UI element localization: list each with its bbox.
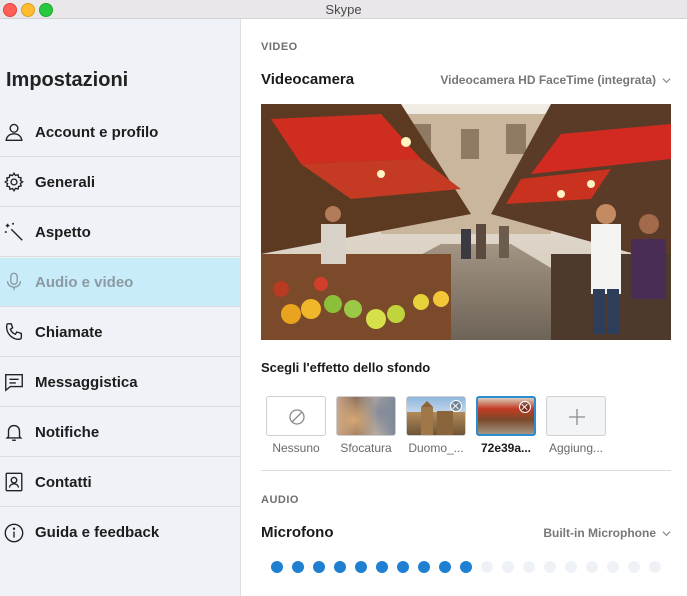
effect-market-button[interactable]: [476, 396, 536, 436]
microphone-level-dot: [292, 561, 304, 573]
blur-thumbnail: [337, 397, 395, 435]
microphone-level-dot: [586, 561, 598, 573]
title-bar: Skype: [0, 0, 687, 19]
audio-section-label: AUDIO: [261, 494, 299, 506]
chevron-down-icon: [662, 77, 671, 83]
microphone-level-dot: [481, 561, 493, 573]
plus-icon: [569, 409, 585, 425]
magic-wand-icon: [1, 219, 27, 245]
camera-select-value: Videocamera HD FaceTime (integrata): [440, 73, 656, 87]
sidebar-item-label: Guida e feedback: [35, 524, 160, 541]
microphone-level-dot: [334, 561, 346, 573]
settings-sidebar: Impostazioni Account e profilo Generali …: [0, 19, 241, 596]
camera-preview: [261, 104, 671, 340]
sidebar-item-label: Messaggistica: [35, 373, 138, 391]
person-icon: [1, 119, 27, 145]
camera-select[interactable]: Videocamera HD FaceTime (integrata): [440, 73, 671, 87]
chevron-down-icon: [662, 530, 671, 536]
microphone-level-dot: [607, 561, 619, 573]
sidebar-item-label: Notifiche: [35, 423, 100, 441]
microphone-level-dot: [397, 561, 409, 573]
microphone-level-dot: [313, 561, 325, 573]
microphone-level-dot: [376, 561, 388, 573]
microphone-level-dot: [502, 561, 514, 573]
microphone-level-dot: [523, 561, 535, 573]
video-section-label: VIDEO: [261, 41, 298, 53]
sidebar-item-help[interactable]: Guida e feedback: [0, 508, 240, 557]
effect-caption: Sfocatura: [340, 441, 392, 455]
sidebar-item-account[interactable]: Account e profilo: [0, 108, 240, 157]
microphone-select[interactable]: Built-in Microphone: [543, 526, 671, 540]
microphone-label: Microfono: [261, 524, 334, 541]
phone-icon: [1, 319, 27, 345]
add-effect-button[interactable]: [546, 396, 606, 436]
sidebar-item-label: Audio e video: [35, 273, 134, 291]
microphone-icon: [1, 269, 27, 295]
settings-title: Impostazioni: [6, 69, 129, 91]
effect-caption: 72e39a...: [480, 441, 532, 455]
sidebar-item-label: Aspetto: [35, 223, 91, 241]
sidebar-item-general[interactable]: Generali: [0, 158, 240, 207]
microphone-level-dot: [628, 561, 640, 573]
sidebar-item-label: Account e profilo: [35, 123, 159, 141]
contact-card-icon: [1, 469, 27, 495]
no-effect-icon: [289, 409, 305, 425]
effect-caption: Nessuno: [272, 441, 320, 455]
effect-duomo-button[interactable]: [406, 396, 466, 436]
sidebar-item-messaging[interactable]: Messaggistica: [0, 358, 240, 407]
microphone-level-dot: [439, 561, 451, 573]
effect-caption: Duomo_...: [408, 441, 464, 455]
sidebar-item-calls[interactable]: Chiamate: [0, 308, 240, 357]
sidebar-item-contacts[interactable]: Contatti: [0, 458, 240, 507]
sidebar-item-notifications[interactable]: Notifiche: [0, 408, 240, 457]
remove-effect-icon[interactable]: [519, 401, 531, 413]
effect-blur-button[interactable]: [336, 396, 396, 436]
sidebar-item-label: Chiamate: [35, 323, 103, 341]
microphone-select-value: Built-in Microphone: [543, 526, 656, 540]
window-title: Skype: [325, 2, 362, 17]
gear-icon: [1, 169, 27, 195]
info-icon: [1, 520, 27, 546]
microphone-level-dot: [418, 561, 430, 573]
bell-icon: [1, 419, 27, 445]
sidebar-item-audio-video[interactable]: Audio e video: [0, 258, 240, 307]
camera-label: Videocamera: [261, 71, 355, 88]
microphone-level-dot: [565, 561, 577, 573]
chat-icon: [1, 369, 27, 395]
microphone-level-dot: [544, 561, 556, 573]
effect-none-button[interactable]: [266, 396, 326, 436]
background-effect-heading: Scegli l'effetto dello sfondo: [261, 360, 431, 375]
sidebar-item-label: Generali: [35, 173, 96, 191]
microphone-level-dot: [271, 561, 283, 573]
sidebar-item-label: Contatti: [35, 473, 92, 491]
sidebar-item-appearance[interactable]: Aspetto: [0, 208, 240, 257]
section-divider: [261, 470, 671, 471]
microphone-level-dot: [460, 561, 472, 573]
microphone-level-dot: [355, 561, 367, 573]
market-scene-image: [261, 104, 671, 340]
microphone-level-dot: [649, 561, 661, 573]
remove-effect-icon[interactable]: [450, 400, 462, 412]
settings-main-panel: VIDEO Videocamera Videocamera HD FaceTim…: [241, 19, 687, 596]
effect-caption: Aggiung...: [548, 441, 604, 455]
